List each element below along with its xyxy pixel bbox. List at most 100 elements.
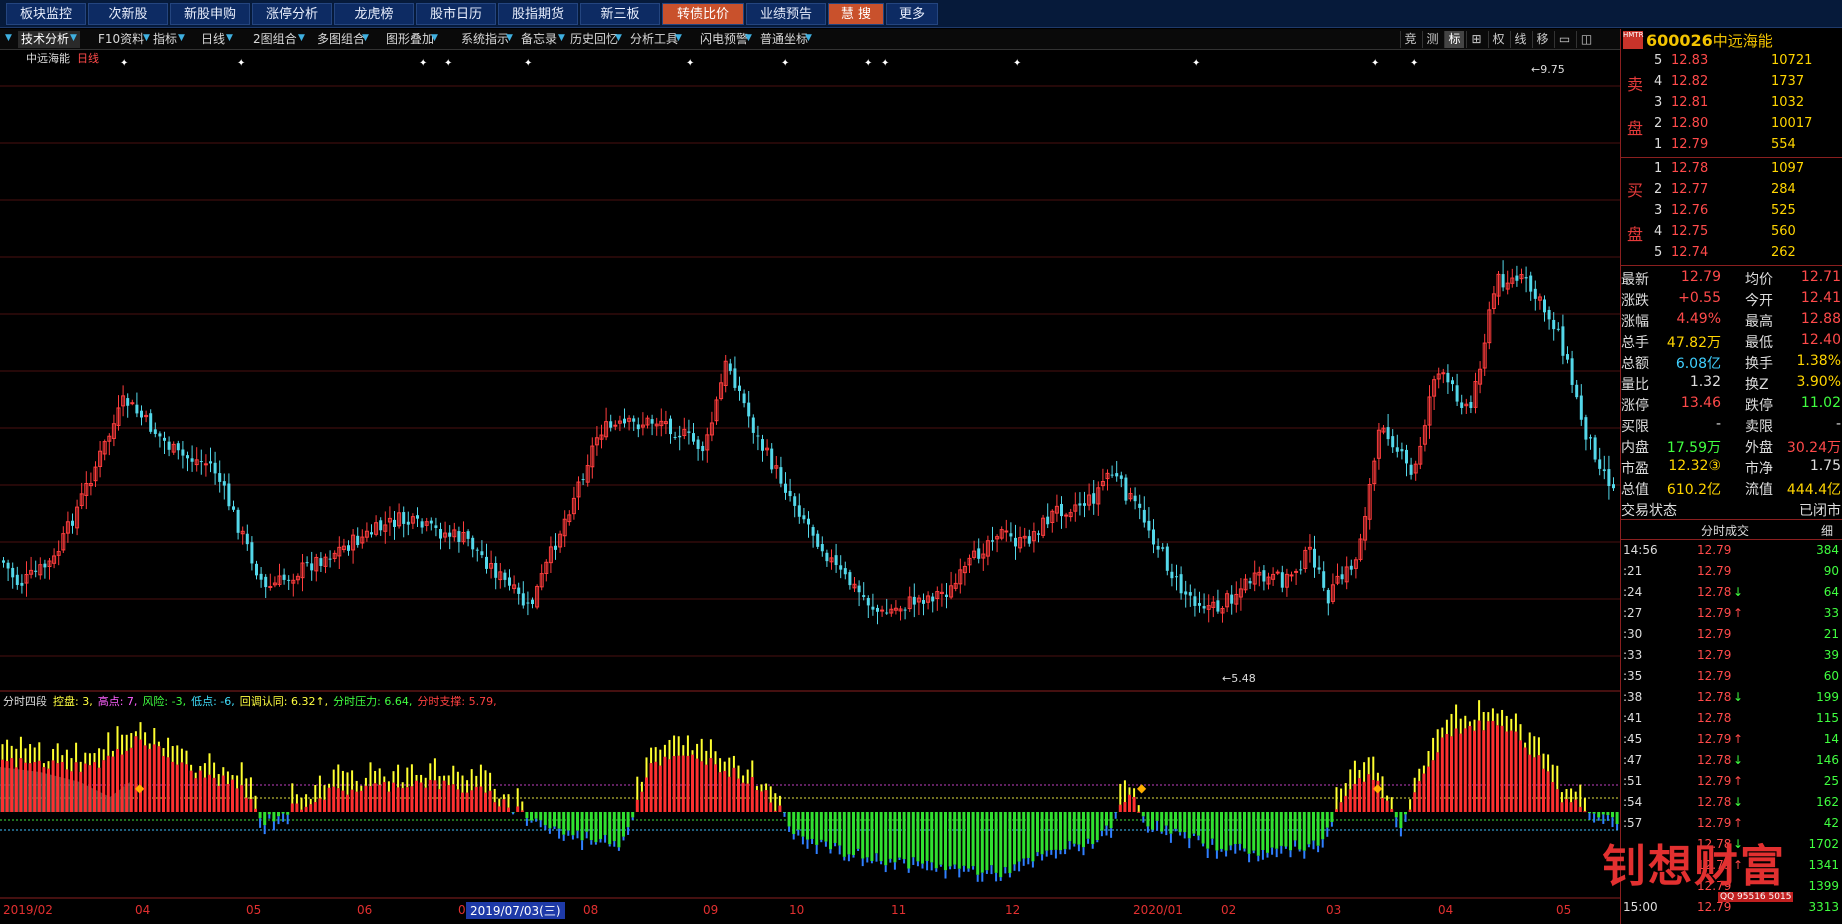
candle-body (1561, 326, 1565, 356)
nav-tab-4[interactable]: 龙虎榜 (334, 3, 414, 25)
toolbar-right-button-5[interactable]: 线 (1510, 31, 1530, 48)
date-tick-label: 05 (246, 903, 262, 917)
indicator-bar (548, 812, 552, 829)
buy-level-row[interactable]: 2 12.77 284 (1621, 180, 1842, 201)
toolbar-right-button-1[interactable]: 测 (1422, 31, 1442, 48)
indicator-bar (1422, 773, 1426, 812)
nav-tab-6[interactable]: 股指期货 (498, 3, 578, 25)
tick-volume: 146 (1816, 753, 1839, 767)
dropdown-arrow-icon[interactable]: ▼ (178, 33, 185, 43)
tick-volume: 115 (1816, 711, 1839, 725)
nav-tab-5[interactable]: 股市日历 (416, 3, 496, 25)
indicator-bar (401, 788, 405, 812)
indicator-bar (847, 812, 851, 855)
stat-key: 总值 (1621, 482, 1649, 498)
candle-body (485, 556, 488, 569)
toolbar-right-button-8[interactable]: ◫ (1576, 31, 1596, 48)
candle-body (310, 563, 314, 571)
stat-key: 流值 (1745, 482, 1773, 498)
buy-level-row[interactable]: 4 12.75 560 (1621, 222, 1842, 243)
indicator-bar (865, 812, 869, 858)
toolbar-right-button-2[interactable]: 标 (1444, 31, 1464, 48)
candle-body (1455, 385, 1459, 402)
candle-body (1083, 503, 1086, 506)
indicator-bar (1408, 809, 1412, 812)
indicator-name: 分时四段 (3, 695, 47, 708)
sell-level-row[interactable]: 5 12.83 10721 (1621, 51, 1842, 72)
dropdown-arrow-icon[interactable]: ▼ (558, 33, 565, 43)
indicator-bar (83, 763, 87, 812)
nav-tab-10[interactable]: 慧 搜 (828, 3, 884, 25)
tick-arrow-icon: ↑ (1733, 606, 1744, 620)
indicator-bar (1118, 804, 1122, 812)
buy-level-row[interactable]: 5 12.74 262 (1621, 243, 1842, 264)
nav-tab-1[interactable]: 次新股 (88, 3, 168, 25)
chart-area[interactable]: ✦ ✦ ✦ ✦ ✦ ✦ ✦ ✦ ✦ ✦ ✦ ✦ ✦ ◆ ◆ ◆ 中远海能 日线 ←9.75 ←5.48 分时四… (0, 50, 1620, 924)
toolbar-right-button-7[interactable]: ▭ (1554, 31, 1574, 48)
tick-volume: 60 (1823, 669, 1839, 683)
sell-level-row[interactable]: 3 12.81 1032 (1621, 93, 1842, 114)
hm-badge-icon[interactable]: HMTR (1623, 31, 1643, 49)
level-volume: 1032 (1771, 95, 1805, 110)
dropdown-arrow-icon[interactable]: ▼ (745, 33, 752, 43)
dropdown-arrow-icon[interactable]: ▼ (675, 33, 682, 43)
candle-body (1078, 503, 1082, 506)
indicator-bar (1367, 774, 1371, 812)
candle-body (526, 602, 530, 604)
indicator-bar (1528, 754, 1532, 812)
toolbar-right-button-4[interactable]: 权 (1488, 31, 1508, 48)
candle-body (1405, 449, 1408, 464)
tick-volume: 1341 (1808, 858, 1839, 872)
indicator-bar (497, 806, 501, 812)
indicator-bar (1141, 812, 1145, 817)
tick-volume: 162 (1816, 795, 1839, 809)
menu-arrow-icon[interactable]: ▼ (5, 33, 12, 43)
nav-tab-0[interactable]: 板块监控 (6, 3, 86, 25)
toolbar-right-button-6[interactable]: 移 (1532, 31, 1552, 48)
dropdown-arrow-icon[interactable]: ▼ (143, 33, 150, 43)
kline-chart-svg[interactable]: ✦ ✦ ✦ ✦ ✦ ✦ ✦ ✦ ✦ ✦ ✦ ✦ ✦ ◆ ◆ ◆ (0, 50, 1620, 924)
nav-tab-11[interactable]: 更多 (886, 3, 938, 25)
event-marker: ✦ (864, 58, 872, 69)
indicator-bar (801, 812, 805, 837)
candle-body (862, 595, 866, 597)
level-price: 12.78 (1671, 161, 1709, 176)
dropdown-arrow-icon[interactable]: ▼ (362, 33, 369, 43)
nav-tab-3[interactable]: 涨停分析 (252, 3, 332, 25)
stat-row: 市盈 12.32③ 市净 1.75 (1621, 456, 1842, 477)
nav-tab-2[interactable]: 新股申购 (170, 3, 250, 25)
dropdown-arrow-icon[interactable]: ▼ (506, 33, 513, 43)
dropdown-arrow-icon[interactable]: ▼ (298, 33, 305, 43)
indicator-bar (1316, 812, 1320, 846)
buy-level-row[interactable]: 3 12.76 525 (1621, 201, 1842, 222)
indicator-bar (1611, 812, 1614, 818)
dropdown-arrow-icon[interactable]: ▼ (431, 33, 438, 43)
candle-body (466, 531, 470, 539)
dropdown-arrow-icon[interactable]: ▼ (805, 33, 812, 43)
indicator-bar (1606, 812, 1610, 816)
indicator-bar (1187, 812, 1191, 839)
sell-level-row[interactable]: 1 12.79 554 (1621, 135, 1842, 156)
tick-detail-tab[interactable]: 细 (1821, 522, 1833, 539)
dropdown-arrow-icon[interactable]: ▼ (226, 33, 233, 43)
sell-level-row[interactable]: 4 12.82 1737 (1621, 72, 1842, 93)
indicator-bar (580, 812, 584, 841)
indicator-bar (74, 762, 78, 812)
candle-body (457, 531, 461, 543)
dropdown-arrow-icon[interactable]: ▼ (615, 33, 622, 43)
nav-tab-8[interactable]: 转债比价 (662, 3, 744, 25)
tick-list-title[interactable]: 分时成交 (1701, 522, 1749, 539)
buy-level-row[interactable]: 1 12.78 1097 (1621, 159, 1842, 180)
toolbar-right-button-0[interactable]: 竞 (1400, 31, 1420, 48)
tick-price: 12.79 (1697, 900, 1732, 914)
candle-body (232, 506, 235, 510)
dropdown-arrow-icon[interactable]: ▼ (70, 33, 77, 43)
sell-level-row[interactable]: 2 12.80 10017 (1621, 114, 1842, 135)
candle-body (1612, 484, 1615, 489)
nav-tab-9[interactable]: 业绩预告 (746, 3, 826, 25)
nav-tab-7[interactable]: 新三板 (580, 3, 660, 25)
stat-key: 总手 (1621, 335, 1649, 351)
toolbar-right-button-3[interactable]: ⊞ (1466, 31, 1486, 48)
indicator-bar (1597, 812, 1601, 818)
candle-body (871, 606, 875, 610)
